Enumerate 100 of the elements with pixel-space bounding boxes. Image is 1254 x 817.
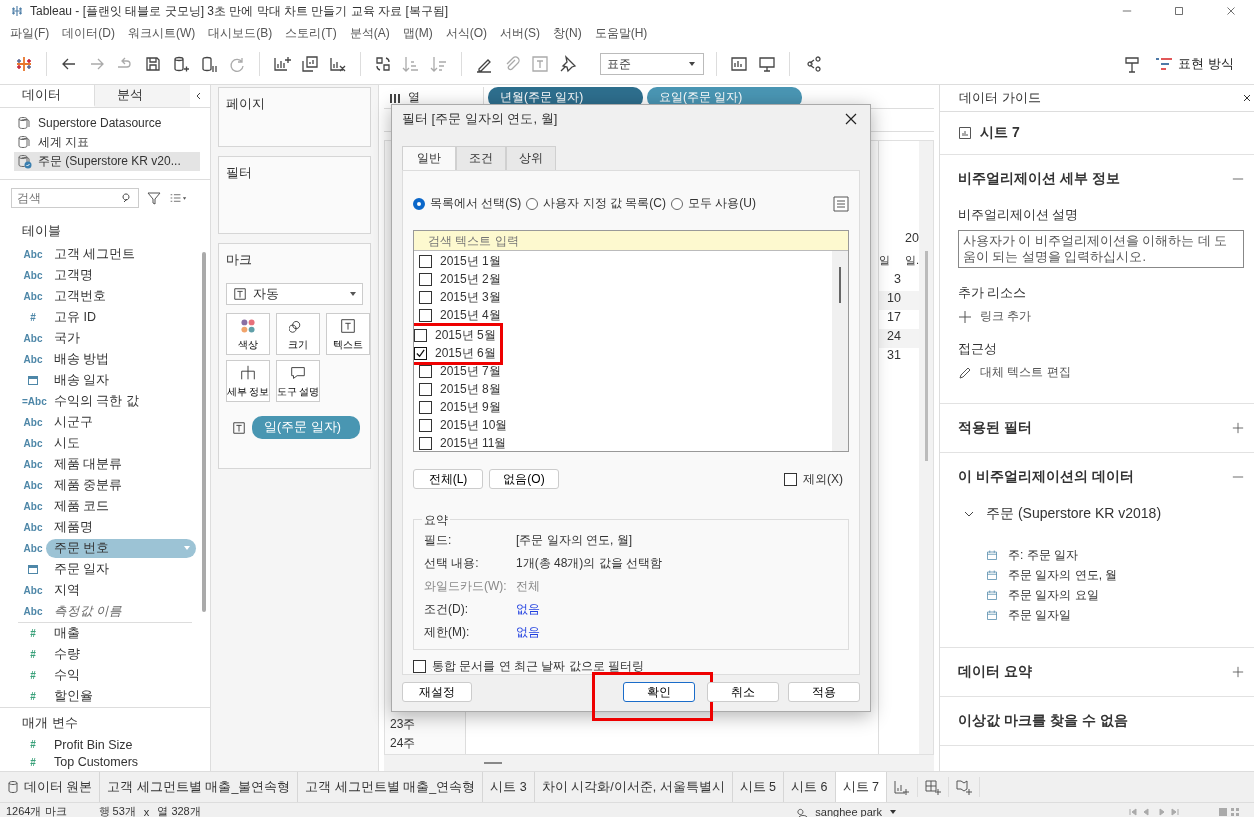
list-item-label[interactable]: 2015년 8월	[440, 380, 501, 398]
checkbox[interactable]	[414, 346, 427, 360]
new-sheet-icon[interactable]	[272, 54, 292, 74]
reset-button[interactable]: 재설정	[402, 682, 472, 702]
fit-dropdown[interactable]: 표준	[600, 53, 704, 75]
list-item-label[interactable]: 2015년 2월	[440, 270, 501, 288]
menu-item[interactable]: 맵(M)	[402, 24, 433, 42]
field-item[interactable]: 제품 코드	[50, 496, 114, 516]
field-item[interactable]: 국가	[50, 328, 84, 348]
edit-alt-text-link[interactable]: 대체 텍스트 편집	[958, 364, 1244, 381]
scrollbar[interactable]	[484, 762, 502, 764]
list-item-label[interactable]: 2015년 1월	[440, 252, 501, 270]
list-item-label[interactable]: 2015년 11월	[440, 434, 507, 451]
presentation-icon[interactable]	[757, 54, 777, 74]
list-item-label[interactable]: 2015년 9월	[440, 398, 501, 416]
mark-property-button[interactable]: 세부 정보	[226, 360, 270, 402]
field-item[interactable]: 고객 세그먼트	[50, 244, 140, 264]
field-item[interactable]: 제품명	[50, 517, 97, 537]
field-item[interactable]: 배송 방법	[50, 349, 114, 369]
parameter-item[interactable]: Top Customers	[50, 754, 143, 771]
tableau-logo-icon[interactable]	[14, 54, 34, 74]
field-item[interactable]: 제품 대분류	[50, 454, 127, 474]
parameter-item[interactable]: Profit Bin Size	[50, 736, 137, 753]
sheet-tab[interactable]: 시트 7	[835, 772, 887, 802]
radio-label[interactable]: 모두 사용(U)	[688, 195, 756, 212]
save-icon[interactable]	[143, 54, 163, 74]
radio-button[interactable]	[671, 197, 683, 210]
swap-icon[interactable]	[373, 54, 393, 74]
field-item[interactable]: 주문 일자	[50, 559, 114, 579]
search-field[interactable]: 검색	[11, 187, 139, 208]
checkbox[interactable]	[419, 290, 432, 304]
field-item[interactable]: 할인율	[50, 686, 97, 706]
menu-item[interactable]: 파일(F)	[10, 24, 50, 42]
dialog-button[interactable]: 확인	[623, 682, 695, 702]
field-item[interactable]: 수량	[50, 644, 84, 664]
description-field[interactable]: 사용자가 이 비주얼리제이션을 이해하는 데 도움이 되는 설명을 입력하십시오.	[958, 230, 1244, 268]
new-data-source-icon[interactable]	[171, 54, 191, 74]
pause-data-icon[interactable]	[199, 54, 219, 74]
field-item[interactable]: 고유 ID	[50, 307, 100, 327]
panel-tab[interactable]: 분석	[95, 85, 190, 107]
checkbox-label[interactable]: 제외(X)	[803, 470, 843, 488]
mark-property-button[interactable]: 도구 설명	[276, 360, 320, 402]
checkbox[interactable]	[414, 328, 427, 342]
data-source-item[interactable]: 세계 지표	[14, 132, 200, 152]
checkbox[interactable]	[419, 400, 432, 414]
checkbox[interactable]	[419, 272, 432, 286]
scrollbar[interactable]	[839, 267, 841, 303]
radio-label[interactable]: 목록에서 선택(S)	[430, 195, 522, 212]
show-me-button[interactable]: 표현 방식	[1150, 54, 1240, 74]
menu-item[interactable]: 데이터(D)	[62, 24, 115, 42]
scrollbar[interactable]	[202, 251, 206, 612]
field-item[interactable]: 주문 번호	[46, 538, 196, 558]
data-source-item[interactable]: 주문 (Superstore KR v20...	[14, 151, 200, 171]
maximize-icon[interactable]	[1172, 4, 1186, 18]
menu-item[interactable]: 스토리(T)	[285, 24, 337, 42]
mark-property-button[interactable]: 색상	[226, 313, 270, 355]
checkbox[interactable]	[419, 308, 432, 322]
field-item[interactable]: 매출	[50, 623, 84, 643]
close-icon[interactable]	[1242, 93, 1252, 103]
radio-button[interactable]	[413, 197, 425, 210]
menu-item[interactable]: 분석(A)	[349, 24, 390, 42]
checkbox[interactable]	[419, 382, 432, 396]
list-item-label[interactable]: 2015년 5월	[435, 326, 496, 344]
mark-type-dropdown[interactable]: 자동	[226, 283, 363, 305]
expand-icon[interactable]	[1232, 422, 1244, 434]
radio-label[interactable]: 사용자 지정 값 목록(C)	[543, 195, 666, 212]
scrollbar[interactable]	[924, 251, 928, 461]
select-button[interactable]: 없음(O)	[489, 469, 559, 489]
menu-item[interactable]: 워크시트(W)	[128, 24, 196, 42]
user-menu[interactable]: sanghee park	[797, 805, 898, 817]
search-field[interactable]: 검색 텍스트 입력	[414, 231, 848, 251]
dialog-tab[interactable]: 상위	[506, 146, 556, 170]
summary-link[interactable]: 없음	[516, 601, 838, 618]
dialog-button[interactable]: 적용	[788, 682, 860, 702]
select-button[interactable]: 전체(L)	[413, 469, 483, 489]
menu-item[interactable]: 대시보드(B)	[208, 24, 273, 42]
field-item[interactable]: 수익	[50, 665, 84, 685]
field-item[interactable]: 고객번호	[50, 286, 110, 306]
dialog-tab[interactable]: 조건	[456, 146, 506, 170]
list-item-label[interactable]: 2015년 3월	[440, 288, 501, 306]
dialog-button[interactable]: 취소	[707, 682, 779, 702]
menu-item[interactable]: 서버(S)	[500, 24, 540, 42]
mark-property-button[interactable]: 텍스트	[326, 313, 370, 355]
filter-icon[interactable]	[145, 189, 163, 206]
summary-link[interactable]: 없음	[516, 624, 838, 641]
field-item[interactable]: 시군구	[50, 412, 97, 432]
list-item-label[interactable]: 2015년 6월	[435, 344, 496, 362]
field-item[interactable]: 고객명	[50, 265, 97, 285]
data-source-item[interactable]: Superstore Datasource	[14, 113, 200, 133]
dialog-tab[interactable]: 일반	[402, 146, 456, 170]
field-item[interactable]: 지역	[50, 580, 84, 600]
duplicate-sheet-icon[interactable]	[300, 54, 320, 74]
expand-icon[interactable]	[1232, 666, 1244, 678]
checkbox[interactable]	[784, 472, 797, 486]
add-link[interactable]: 링크 추가	[958, 308, 1244, 325]
close-icon[interactable]	[844, 112, 858, 126]
list-item-label[interactable]: 2015년 10월	[440, 416, 508, 434]
checkbox-label[interactable]: 통합 문서를 연 최근 날짜 값으로 필터링	[432, 658, 644, 675]
menu-item[interactable]: 도움말(H)	[594, 24, 648, 42]
mark-property-button[interactable]: 크기	[276, 313, 320, 355]
